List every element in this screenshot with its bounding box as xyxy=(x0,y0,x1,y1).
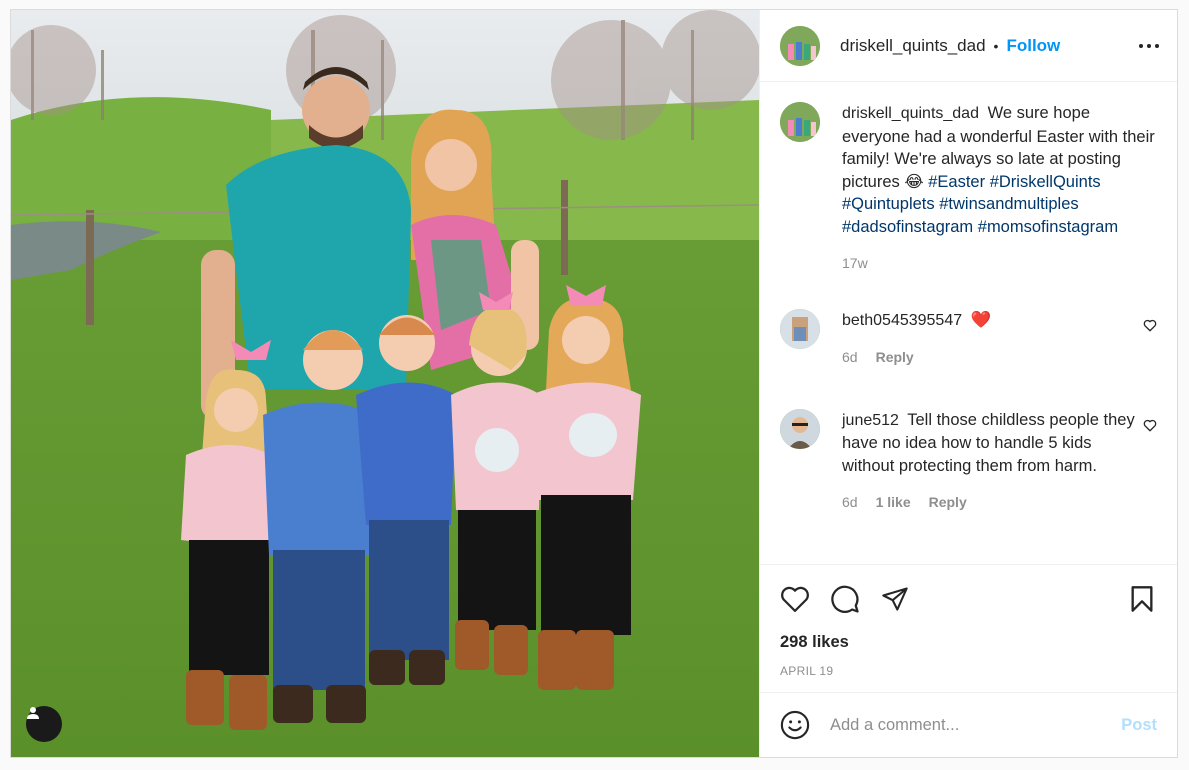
bookmark-icon xyxy=(1131,586,1153,612)
comment-time[interactable]: 6d xyxy=(842,346,858,369)
separator-dot: • xyxy=(993,37,999,54)
comment-username[interactable]: june512 xyxy=(842,412,899,429)
commenter-avatar[interactable] xyxy=(780,308,820,349)
caption: driskell_quints_dad We sure hope everyon… xyxy=(780,102,1157,275)
comment-time[interactable]: 6d xyxy=(842,491,858,514)
speech-bubble-icon xyxy=(831,585,859,613)
commenter-avatar-image xyxy=(780,408,820,449)
hashtag[interactable]: #Quintuplets xyxy=(842,195,935,213)
caption-time[interactable]: 17w xyxy=(842,252,868,275)
hashtag[interactable]: #dadsofinstagram xyxy=(842,218,973,236)
likes-count[interactable]: 298 likes xyxy=(780,633,1157,652)
comment-input[interactable] xyxy=(830,715,1122,735)
family-photo xyxy=(11,10,759,757)
post-date[interactable]: APRIL 19 xyxy=(780,664,1157,678)
post-dialog: driskell_quints_dad • Follow driskell_qu… xyxy=(10,9,1178,758)
comment-like-icon[interactable] xyxy=(1137,409,1157,514)
hashtag[interactable]: #twinsandmultiples xyxy=(939,195,1078,213)
heart-outline-icon xyxy=(1143,319,1157,331)
comment-username[interactable]: beth0545395547 xyxy=(842,312,962,329)
commenter-avatar-image xyxy=(780,308,820,349)
comment-text: ❤️ xyxy=(970,310,992,329)
author-avatar-image xyxy=(780,25,820,66)
emoji-icon[interactable] xyxy=(780,710,810,740)
comment-item: beth0545395547 ❤️ 6d Reply xyxy=(780,308,1157,369)
comments-list: driskell_quints_dad We sure hope everyon… xyxy=(760,82,1177,564)
heart-outline-icon xyxy=(1143,419,1157,431)
caption-avatar[interactable] xyxy=(780,102,820,142)
hashtag[interactable]: #Easter xyxy=(928,173,985,191)
comment-item: june512 Tell those childless people they… xyxy=(780,408,1157,514)
post-comment-button[interactable]: Post xyxy=(1121,716,1157,735)
reply-button[interactable]: Reply xyxy=(876,346,914,369)
add-comment-bar: Post xyxy=(760,692,1177,757)
hashtag[interactable]: #DriskellQuints xyxy=(990,173,1101,191)
comment-likes[interactable]: 1 like xyxy=(876,491,911,514)
heart-icon xyxy=(781,586,809,612)
more-options-icon[interactable] xyxy=(1137,34,1161,58)
author-username[interactable]: driskell_quints_dad xyxy=(840,36,986,56)
save-icon[interactable] xyxy=(1127,584,1157,614)
commenter-avatar[interactable] xyxy=(780,408,820,449)
like-icon[interactable] xyxy=(780,584,810,614)
caption-avatar-image xyxy=(780,102,820,142)
reply-button[interactable]: Reply xyxy=(929,491,967,514)
post-header: driskell_quints_dad • Follow xyxy=(760,10,1177,82)
author-avatar[interactable] xyxy=(780,25,820,66)
share-icon[interactable] xyxy=(880,584,910,614)
caption-username[interactable]: driskell_quints_dad xyxy=(842,105,979,122)
user-icon xyxy=(27,707,39,719)
post-sidebar: driskell_quints_dad • Follow driskell_qu… xyxy=(759,10,1177,757)
post-photo[interactable] xyxy=(11,10,759,757)
follow-button[interactable]: Follow xyxy=(1006,36,1060,56)
caption-text: driskell_quints_dad We sure hope everyon… xyxy=(842,102,1157,238)
smiley-icon xyxy=(780,710,810,740)
paper-plane-icon xyxy=(882,587,908,611)
comment-like-icon[interactable] xyxy=(1137,309,1157,369)
tagged-users-button[interactable] xyxy=(26,706,62,742)
hashtag[interactable]: #momsofinstagram xyxy=(978,218,1118,236)
post-actions: 298 likes APRIL 19 xyxy=(760,564,1177,678)
comment-icon[interactable] xyxy=(830,584,860,614)
